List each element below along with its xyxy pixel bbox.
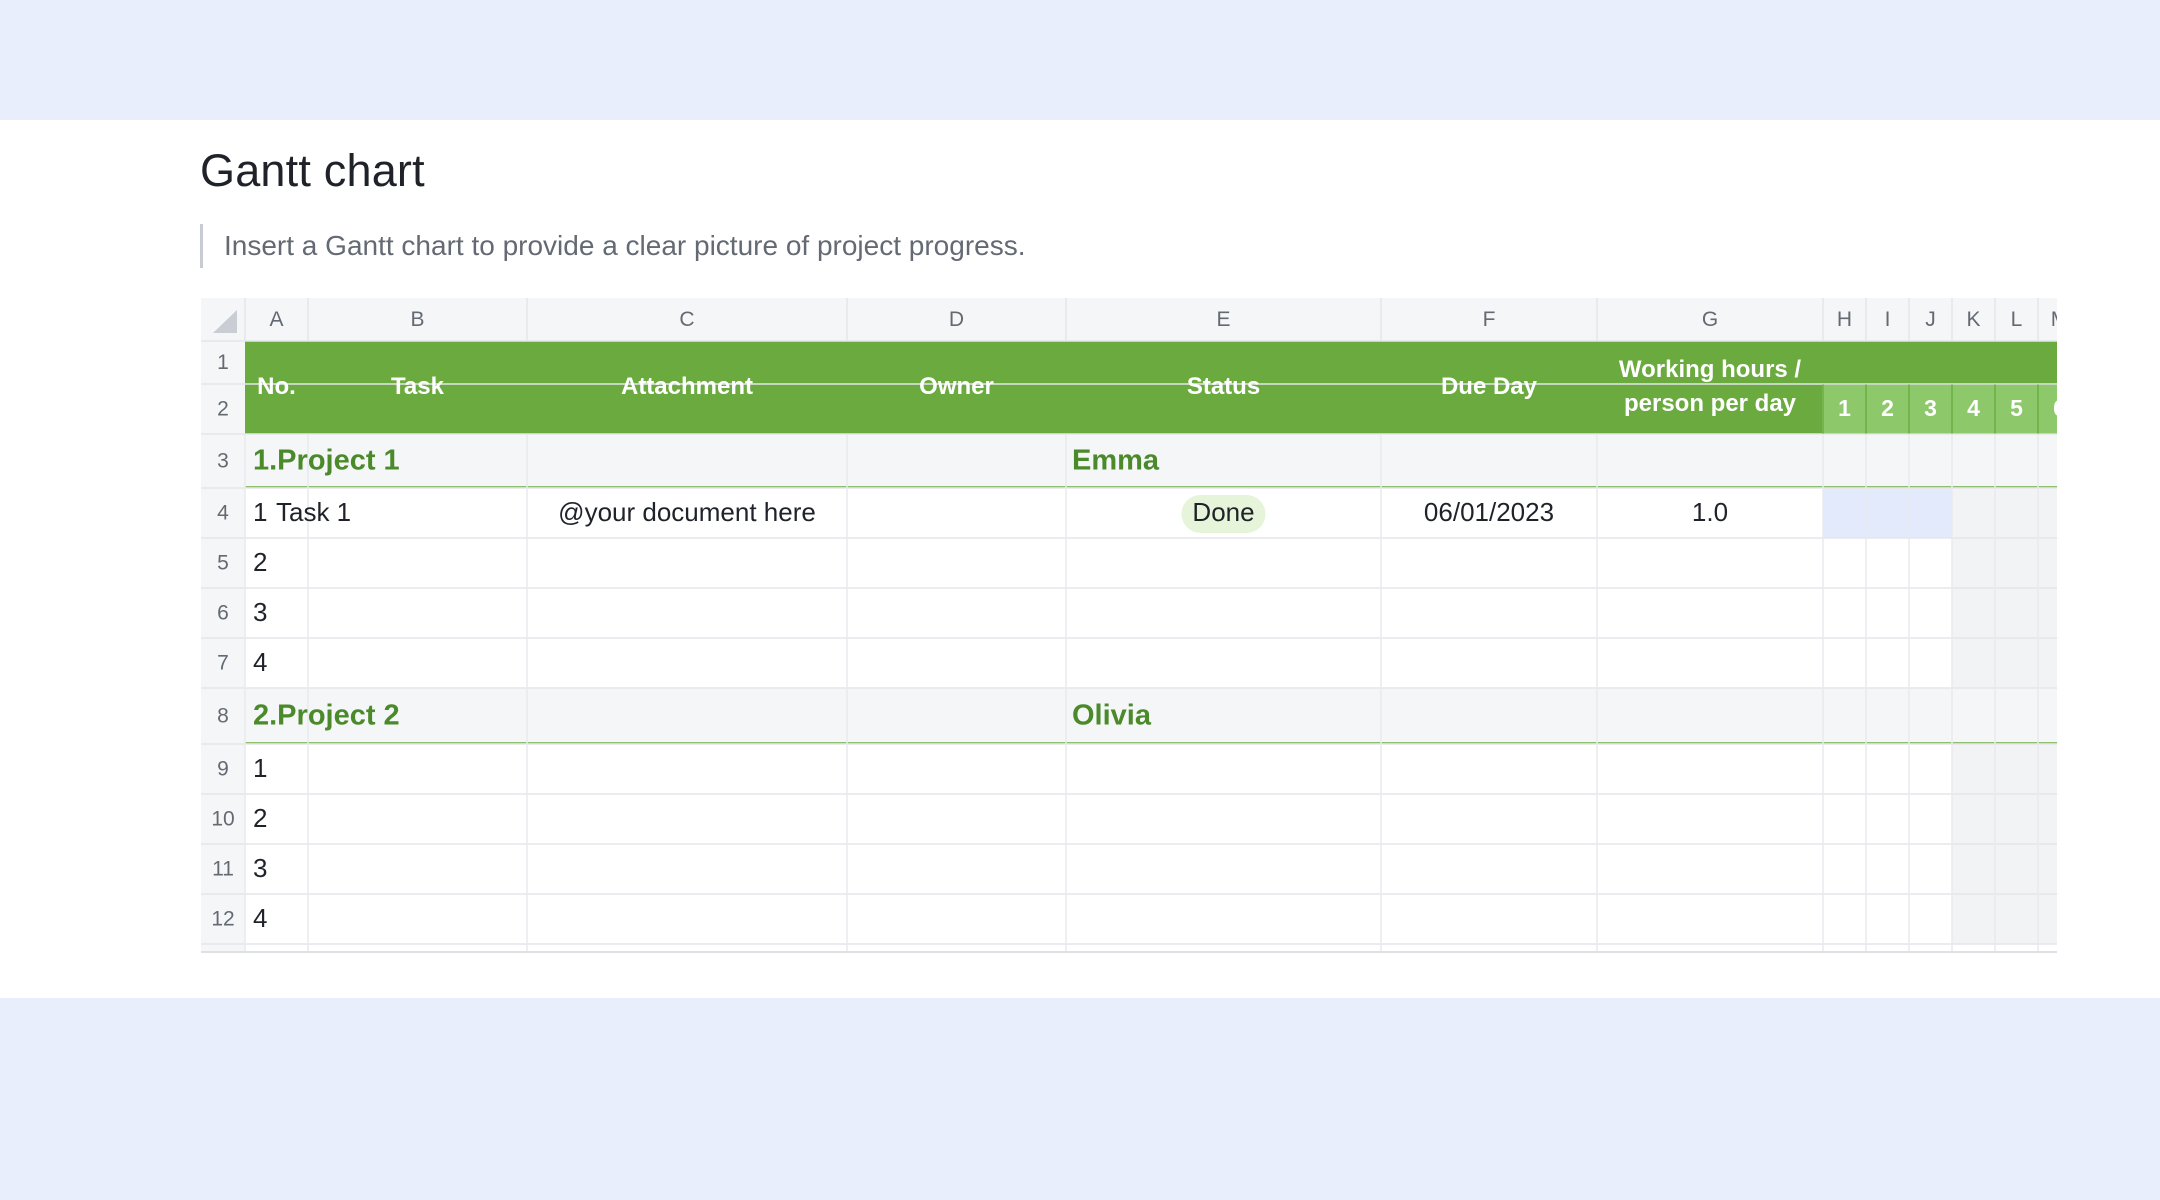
- task-number-cell[interactable]: 3: [253, 853, 267, 883]
- column-letter-L[interactable]: L: [2011, 308, 2023, 331]
- column-letter-I[interactable]: I: [1885, 308, 1891, 331]
- gantt-day-number: 4: [1967, 395, 1980, 421]
- header-due-day: Due Day: [1441, 373, 1538, 400]
- row-number-4[interactable]: 4: [217, 502, 229, 525]
- header-task: Task: [391, 373, 445, 400]
- attachment-cell[interactable]: @your document here: [558, 497, 816, 527]
- gantt-day-number: 3: [1924, 395, 1937, 421]
- row-number-3[interactable]: 3: [217, 450, 229, 473]
- spreadsheet-block[interactable]: ABCDEFGHIJKLM123456789101112No.TaskAttac…: [201, 298, 2057, 953]
- gantt-selected-cell[interactable]: [1866, 488, 1909, 538]
- working-hours-cell[interactable]: 1.0: [1692, 497, 1728, 527]
- row-number-5[interactable]: 5: [217, 552, 229, 575]
- header-owner: Owner: [919, 373, 994, 400]
- column-letter-E[interactable]: E: [1216, 308, 1230, 331]
- spreadsheet-grid[interactable]: ABCDEFGHIJKLM123456789101112No.TaskAttac…: [201, 298, 2057, 951]
- column-letter-D[interactable]: D: [949, 308, 964, 331]
- gantt-day-number: 1: [1838, 395, 1851, 421]
- project-title[interactable]: 2.Project 2: [253, 700, 400, 732]
- column-letter-C[interactable]: C: [679, 308, 694, 331]
- column-letter-M[interactable]: M: [2051, 308, 2057, 331]
- project-row-band: [245, 688, 2057, 744]
- column-letter-J[interactable]: J: [1925, 308, 1936, 331]
- row-number-6[interactable]: 6: [217, 602, 229, 625]
- gantt-selected-cell[interactable]: [1909, 488, 1952, 538]
- description-quote: Insert a Gantt chart to provide a clear …: [200, 224, 1026, 268]
- column-letter-B[interactable]: B: [410, 308, 424, 331]
- gantt-selected-cell[interactable]: [1823, 488, 1866, 538]
- header-status: Status: [1187, 373, 1260, 400]
- gantt-day-number: 2: [1881, 395, 1894, 421]
- project-owner[interactable]: Emma: [1072, 445, 1160, 477]
- column-letter-A[interactable]: A: [269, 308, 283, 331]
- status-label[interactable]: Done: [1192, 497, 1254, 527]
- project-title[interactable]: 1.Project 1: [253, 445, 400, 477]
- gantt-day-number: 5: [2010, 395, 2023, 421]
- row-number-10[interactable]: 10: [211, 808, 234, 831]
- task-number-cell[interactable]: 4: [253, 903, 267, 933]
- task-number-cell[interactable]: 2: [253, 547, 267, 577]
- task-number-cell[interactable]: 2: [253, 803, 267, 833]
- row-number-7[interactable]: 7: [217, 652, 229, 675]
- column-header-bar: [201, 298, 2057, 341]
- gantt-day-number: 6: [2053, 395, 2057, 421]
- due-date-cell[interactable]: 06/01/2023: [1424, 497, 1554, 527]
- task-number-cell[interactable]: 3: [253, 597, 267, 627]
- header-no: No.: [257, 373, 296, 400]
- column-letter-K[interactable]: K: [1966, 308, 1980, 331]
- header-attachment: Attachment: [621, 373, 753, 400]
- row-number-11[interactable]: 11: [212, 858, 234, 881]
- page-title: Gantt chart: [200, 145, 425, 196]
- column-letter-G[interactable]: G: [1702, 308, 1718, 331]
- task-number-cell[interactable]: 4: [253, 647, 267, 677]
- project-owner[interactable]: Olivia: [1072, 700, 1152, 732]
- header-working-hours-line2: person per day: [1624, 390, 1797, 417]
- row-number-8[interactable]: 8: [217, 705, 229, 728]
- task-name-cell[interactable]: Task 1: [276, 497, 351, 527]
- row-number-1[interactable]: 1: [217, 351, 229, 374]
- task-number-cell[interactable]: 1: [253, 497, 267, 527]
- row-number-9[interactable]: 9: [217, 758, 229, 781]
- row-number-12[interactable]: 12: [211, 908, 234, 931]
- task-number-cell[interactable]: 1: [253, 753, 267, 783]
- header-working-hours-line1: Working hours /: [1619, 356, 1802, 383]
- column-letter-H[interactable]: H: [1837, 308, 1852, 331]
- column-letter-F[interactable]: F: [1483, 308, 1496, 331]
- row-number-2[interactable]: 2: [217, 398, 229, 421]
